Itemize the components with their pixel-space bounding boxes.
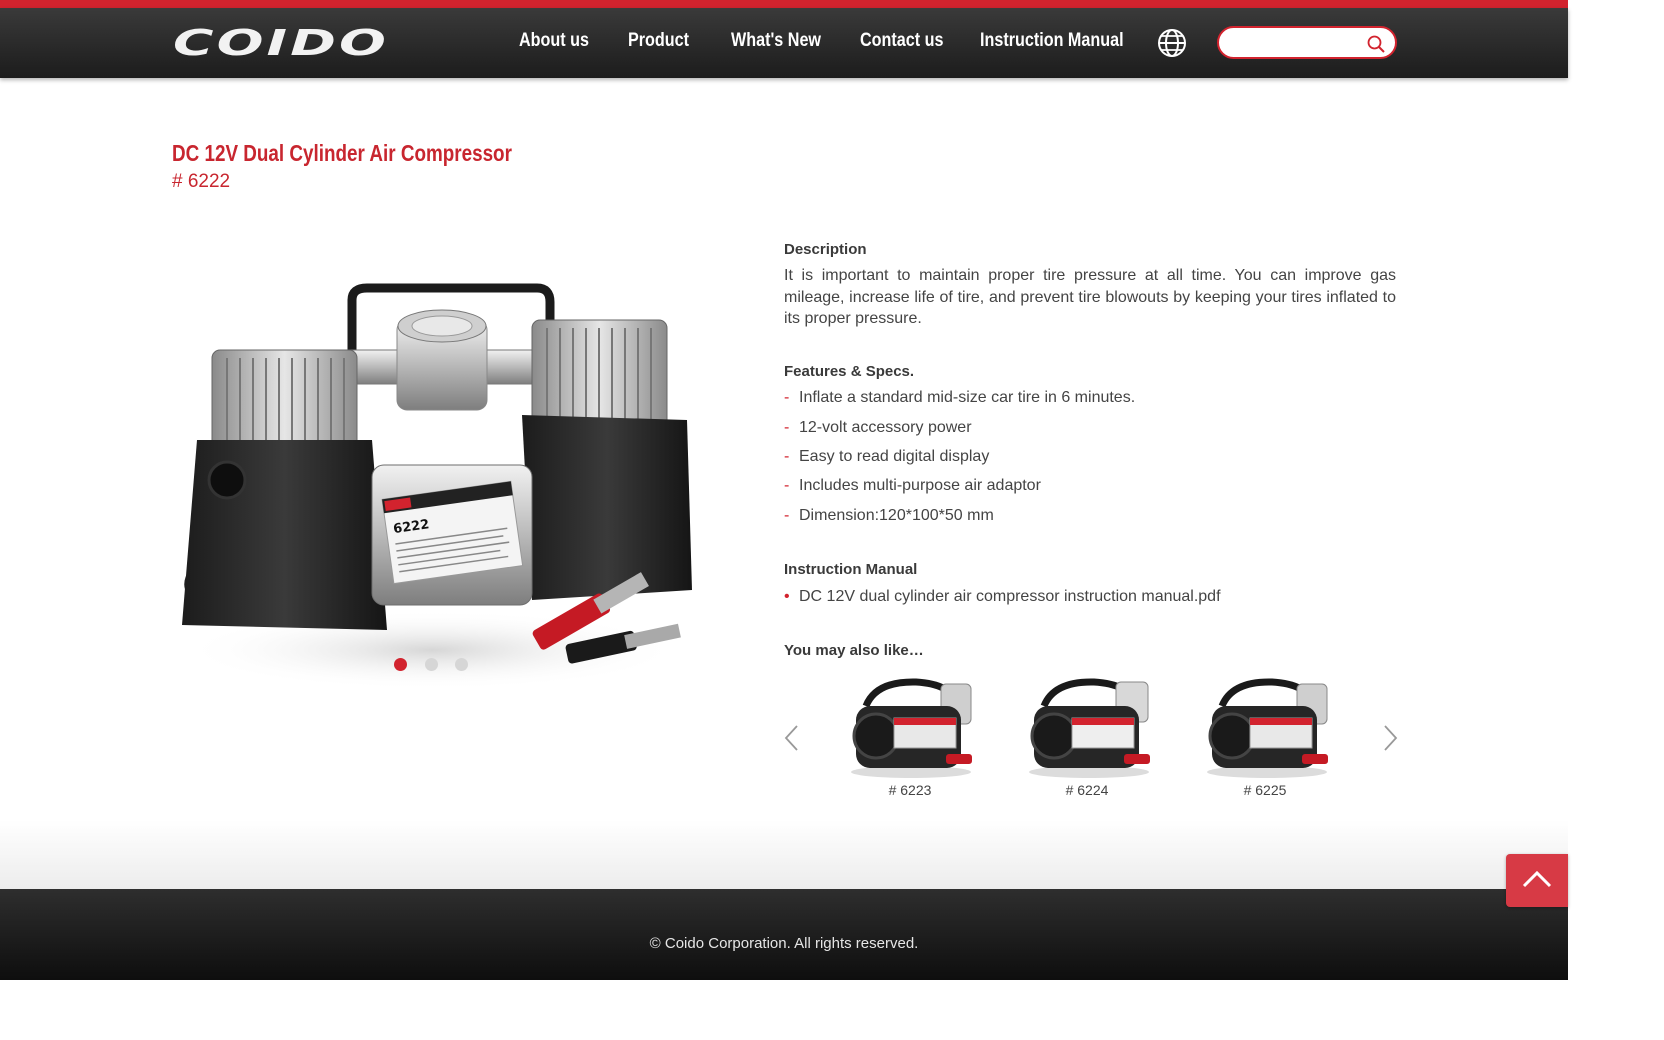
copyright-text: © Coido Corporation. All rights reserved… bbox=[649, 935, 919, 952]
related-product-label[interactable]: # 6225 bbox=[1200, 782, 1330, 798]
related-product-label[interactable]: # 6224 bbox=[1022, 782, 1152, 798]
manual-heading: Instruction Manual bbox=[784, 561, 918, 578]
footer-fade bbox=[0, 820, 1568, 890]
search-box bbox=[1217, 26, 1397, 59]
slider-dot-3[interactable] bbox=[455, 658, 468, 671]
feature-text: Inflate a standard mid-size car tire in … bbox=[799, 389, 1136, 406]
dash-marker: - bbox=[784, 448, 790, 465]
search-input[interactable] bbox=[1231, 34, 1361, 52]
globe-icon[interactable] bbox=[1157, 28, 1187, 58]
chevron-left-icon[interactable] bbox=[784, 724, 800, 752]
feature-item: - Dimension:120*100*50 mm bbox=[784, 507, 994, 525]
feature-text: 12-volt accessory power bbox=[799, 419, 972, 436]
bullet-marker: • bbox=[784, 588, 790, 605]
nav-whats-new[interactable]: What's New bbox=[731, 30, 821, 52]
chevron-up-icon bbox=[1522, 870, 1552, 888]
dash-marker: - bbox=[784, 419, 790, 436]
logo-mark: COIDO bbox=[173, 23, 389, 64]
back-to-top-button[interactable] bbox=[1506, 854, 1568, 907]
related-product-thumb[interactable] bbox=[1202, 676, 1332, 780]
dash-marker: - bbox=[784, 477, 790, 494]
dash-marker: - bbox=[784, 389, 790, 406]
site-header: COIDO About us Product What's New Contac… bbox=[0, 8, 1568, 78]
related-product-label[interactable]: # 6223 bbox=[845, 782, 975, 798]
nav-product[interactable]: Product bbox=[628, 30, 689, 52]
feature-text: Includes multi-purpose air adaptor bbox=[799, 477, 1041, 494]
top-accent-bar bbox=[0, 0, 1568, 8]
feature-item: - Easy to read digital display bbox=[784, 448, 989, 466]
feature-text: Easy to read digital display bbox=[799, 448, 990, 465]
slider-dot-2[interactable] bbox=[425, 658, 438, 671]
features-heading: Features & Specs. bbox=[784, 363, 915, 380]
feature-item: -12-volt accessory power bbox=[784, 419, 972, 437]
manual-link[interactable]: • DC 12V dual cylinder air compressor ins… bbox=[784, 588, 1221, 606]
logo-text: COIDO bbox=[173, 26, 389, 60]
coido-logo[interactable]: COIDO bbox=[171, 23, 391, 64]
nav-instruction-manual[interactable]: Instruction Manual bbox=[980, 30, 1124, 52]
related-product-thumb[interactable] bbox=[846, 676, 976, 780]
manual-link-text[interactable]: DC 12V dual cylinder air compressor inst… bbox=[799, 588, 1221, 605]
feature-item: - Inflate a standard mid-size car tire in… bbox=[784, 389, 1135, 407]
nav-about-us[interactable]: About us bbox=[519, 30, 589, 52]
nav-contact-us[interactable]: Contact us bbox=[860, 30, 943, 52]
chevron-right-icon[interactable] bbox=[1382, 724, 1398, 752]
dash-marker: - bbox=[784, 507, 790, 524]
feature-text: Dimension:120*100*50 mm bbox=[799, 507, 994, 524]
description-text: It is important to maintain proper tire … bbox=[784, 267, 1396, 327]
product-title: DC 12V Dual Cylinder Air Compressor bbox=[172, 140, 512, 166]
related-product-thumb[interactable] bbox=[1024, 676, 1154, 780]
product-code: # 6222 bbox=[172, 171, 231, 192]
slider-dot-1[interactable] bbox=[394, 658, 407, 671]
product-image: 6222 bbox=[172, 240, 692, 695]
related-heading: You may also like… bbox=[784, 642, 924, 659]
description-heading: Description bbox=[784, 241, 867, 258]
feature-item: - Includes multi-purpose air adaptor bbox=[784, 477, 1041, 495]
search-icon[interactable] bbox=[1366, 34, 1386, 54]
